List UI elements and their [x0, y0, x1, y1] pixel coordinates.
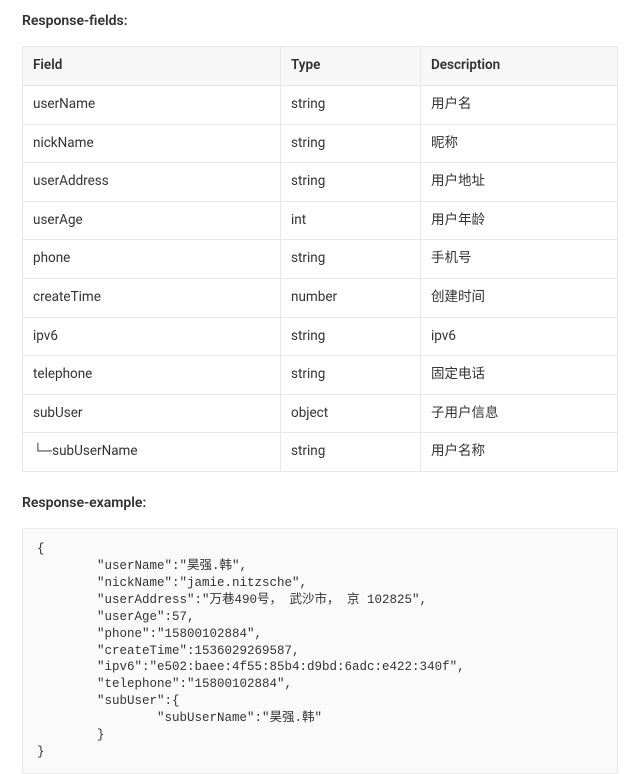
- cell-desc: 用户名: [421, 85, 618, 124]
- table-header-row: Field Type Description: [23, 47, 618, 86]
- table-row: userAddress string 用户地址: [23, 163, 618, 202]
- cell-field: createTime: [23, 278, 281, 317]
- cell-field: userAge: [23, 201, 281, 240]
- table-row: nickName string 昵称: [23, 124, 618, 163]
- response-example-code: { "userName":"昊强.韩", "nickName":"jamie.n…: [22, 528, 618, 773]
- cell-field: subUser: [23, 394, 281, 433]
- table-row: └─subUserName string 用户名称: [23, 433, 618, 472]
- col-header-description: Description: [421, 47, 618, 86]
- col-header-field: Field: [23, 47, 281, 86]
- cell-desc: 创建时间: [421, 278, 618, 317]
- response-fields-section: Response-fields: Field Type Description …: [22, 10, 618, 472]
- table-row: telephone string 固定电话: [23, 356, 618, 395]
- cell-desc: 子用户信息: [421, 394, 618, 433]
- cell-type: string: [281, 317, 421, 356]
- col-header-type: Type: [281, 47, 421, 86]
- cell-desc: 用户名称: [421, 433, 618, 472]
- table-row: ipv6 string ipv6: [23, 317, 618, 356]
- response-fields-heading: Response-fields:: [22, 10, 618, 32]
- response-example-section: Response-example: { "userName":"昊强.韩", "…: [22, 492, 618, 774]
- cell-type: object: [281, 394, 421, 433]
- cell-type: string: [281, 124, 421, 163]
- cell-type: string: [281, 433, 421, 472]
- cell-field: nickName: [23, 124, 281, 163]
- cell-field: └─subUserName: [23, 433, 281, 472]
- cell-type: string: [281, 163, 421, 202]
- cell-type: int: [281, 201, 421, 240]
- response-fields-table: Field Type Description userName string 用…: [22, 46, 618, 472]
- cell-type: string: [281, 240, 421, 279]
- cell-desc: 固定电话: [421, 356, 618, 395]
- cell-desc: ipv6: [421, 317, 618, 356]
- cell-field: ipv6: [23, 317, 281, 356]
- cell-desc: 用户年龄: [421, 201, 618, 240]
- cell-type: number: [281, 278, 421, 317]
- cell-desc: 用户地址: [421, 163, 618, 202]
- cell-field: phone: [23, 240, 281, 279]
- table-row: userAge int 用户年龄: [23, 201, 618, 240]
- cell-desc: 昵称: [421, 124, 618, 163]
- api-doc-page: Response-fields: Field Type Description …: [0, 0, 640, 774]
- table-row: subUser object 子用户信息: [23, 394, 618, 433]
- table-row: userName string 用户名: [23, 85, 618, 124]
- table-row: phone string 手机号: [23, 240, 618, 279]
- cell-type: string: [281, 85, 421, 124]
- cell-field: userName: [23, 85, 281, 124]
- cell-desc: 手机号: [421, 240, 618, 279]
- cell-field: userAddress: [23, 163, 281, 202]
- cell-field: telephone: [23, 356, 281, 395]
- response-example-heading: Response-example:: [22, 492, 618, 514]
- table-row: createTime number 创建时间: [23, 278, 618, 317]
- cell-type: string: [281, 356, 421, 395]
